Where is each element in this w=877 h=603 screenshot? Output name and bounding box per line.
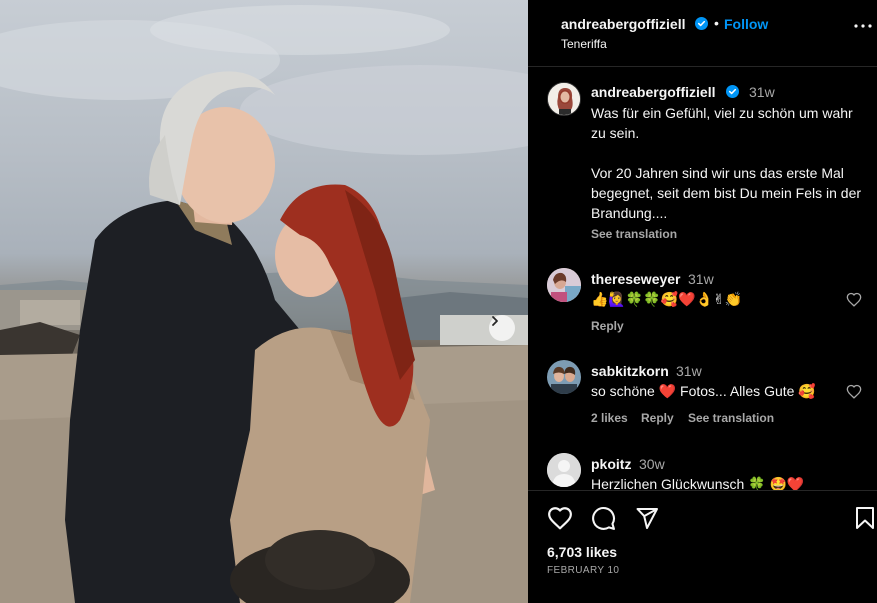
comment-time[interactable]: 30w bbox=[639, 456, 665, 472]
comment-username[interactable]: sabkitzkorn bbox=[591, 363, 669, 379]
couple-beach-photo bbox=[0, 5, 528, 603]
author-avatar[interactable] bbox=[547, 82, 581, 116]
avatar[interactable] bbox=[547, 360, 581, 394]
comments-list[interactable]: andreabergoffiziell 31w Was für ein Gefü… bbox=[528, 68, 877, 490]
comment-time[interactable]: 31w bbox=[688, 271, 714, 287]
comment-username[interactable]: thereseweyer bbox=[591, 271, 681, 287]
comment-time[interactable]: 31w bbox=[676, 363, 702, 379]
comment-see-translation[interactable]: See translation bbox=[688, 411, 774, 425]
comment-icon[interactable] bbox=[591, 506, 616, 531]
post-photo[interactable] bbox=[0, 0, 528, 603]
post-actions: 6,703 likes FEBRUARY 10 bbox=[528, 490, 877, 603]
follow-button[interactable]: Follow bbox=[724, 16, 768, 32]
bookmark-icon[interactable] bbox=[855, 506, 875, 530]
heart-icon[interactable] bbox=[846, 384, 862, 399]
reply-button[interactable]: Reply bbox=[591, 319, 624, 333]
caption-line-2: Vor 20 Jahren sind wir uns das erste Mal… bbox=[591, 165, 862, 221]
reply-button[interactable]: Reply bbox=[641, 411, 674, 425]
post-location[interactable]: Teneriffa bbox=[561, 37, 607, 51]
caption-line-1: Was für ein Gefühl, viel zu schön um wah… bbox=[591, 105, 853, 141]
next-photo-button[interactable] bbox=[489, 315, 515, 341]
more-options-icon[interactable] bbox=[854, 24, 872, 28]
send-icon[interactable] bbox=[635, 506, 659, 530]
post-header: andreabergoffiziell • Follow Teneriffa bbox=[528, 0, 877, 67]
comment-likes[interactable]: 2 likes bbox=[591, 411, 628, 425]
comment-text: Herzlichen Glückwunsch 🍀 🤩❤️ bbox=[591, 476, 805, 490]
caption-text: Was für ein Gefühl, viel zu schön um wah… bbox=[591, 103, 871, 223]
caption-time[interactable]: 31w bbox=[749, 84, 775, 100]
likes-count[interactable]: 6,703 likes bbox=[547, 544, 617, 560]
avatar[interactable] bbox=[547, 453, 581, 487]
author-username[interactable]: andreabergoffiziell bbox=[561, 16, 685, 32]
post-sidebar: andreabergoffiziell • Follow Teneriffa a… bbox=[528, 0, 877, 603]
avatar[interactable] bbox=[547, 268, 581, 302]
verified-badge-icon bbox=[726, 85, 739, 98]
separator-dot: • bbox=[714, 15, 719, 31]
heart-icon[interactable] bbox=[547, 506, 573, 530]
comment-text: 👍🙋‍♀️🍀🍀🥰❤️👌✌👏 bbox=[591, 291, 743, 307]
chevron-right-icon bbox=[492, 316, 498, 326]
comment-text: so schöne ❤️ Fotos... Alles Gute 🥰 bbox=[591, 383, 816, 399]
caption-username[interactable]: andreabergoffiziell bbox=[591, 84, 715, 100]
comment-username[interactable]: pkoitz bbox=[591, 456, 631, 472]
verified-badge-icon bbox=[695, 17, 708, 30]
caption-see-translation[interactable]: See translation bbox=[591, 227, 677, 241]
heart-icon[interactable] bbox=[846, 292, 862, 307]
post-date[interactable]: FEBRUARY 10 bbox=[547, 565, 619, 576]
